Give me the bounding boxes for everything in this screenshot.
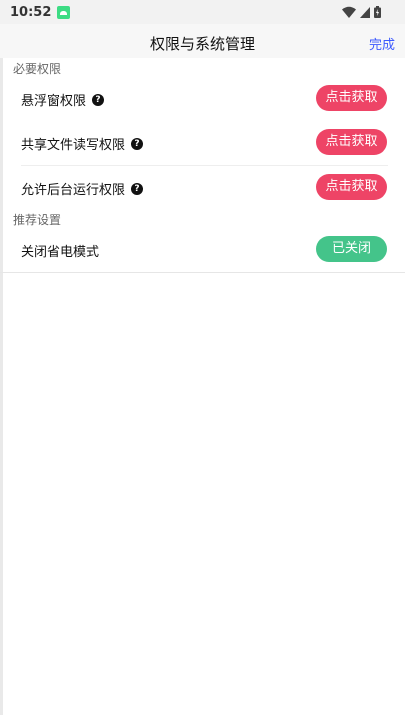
help-icon[interactable]: ?: [131, 137, 144, 150]
permission-row-overlay: 悬浮窗权限 ? 点击获取: [0, 76, 405, 121]
permission-label-text: 悬浮窗权限: [21, 94, 87, 109]
list-bottom-divider: [0, 272, 405, 273]
permission-label-text: 允许后台运行权限: [21, 183, 126, 198]
help-icon[interactable]: ?: [131, 182, 144, 195]
setting-label-text: 关闭省电模式: [21, 245, 100, 260]
signal-icon: [360, 6, 370, 18]
wifi-icon: [342, 6, 356, 18]
battery-icon: [374, 6, 381, 18]
status-icons: [342, 6, 381, 18]
status-bar: 10:52: [0, 0, 405, 24]
help-icon[interactable]: ?: [92, 93, 105, 106]
power-saving-status-button[interactable]: 已关闭: [316, 236, 387, 262]
grant-background-button[interactable]: 点击获取: [316, 174, 387, 200]
status-time: 10:52: [10, 4, 52, 20]
grant-storage-button[interactable]: 点击获取: [316, 129, 387, 155]
setting-label: 关闭省电模式: [21, 241, 99, 260]
section-header-required: 必要权限: [13, 62, 62, 76]
permission-row-background: 允许后台运行权限 ? 点击获取: [0, 165, 405, 210]
done-button[interactable]: 完成: [369, 34, 395, 53]
section-header-recommended: 推荐设置: [13, 213, 62, 227]
permission-label: 悬浮窗权限 ?: [21, 90, 105, 109]
permission-row-storage: 共享文件读写权限 ? 点击获取: [0, 120, 405, 165]
grant-overlay-button[interactable]: 点击获取: [316, 85, 387, 111]
android-icon: [57, 5, 71, 19]
setting-row-power-saving: 关闭省电模式 已关闭: [0, 227, 405, 272]
permission-label: 允许后台运行权限 ?: [21, 179, 144, 198]
permission-label: 共享文件读写权限 ?: [21, 134, 144, 153]
page-title: 权限与系统管理: [149, 35, 255, 53]
permission-label-text: 共享文件读写权限: [21, 138, 126, 153]
title-bar: 权限与系统管理 完成: [0, 24, 405, 58]
